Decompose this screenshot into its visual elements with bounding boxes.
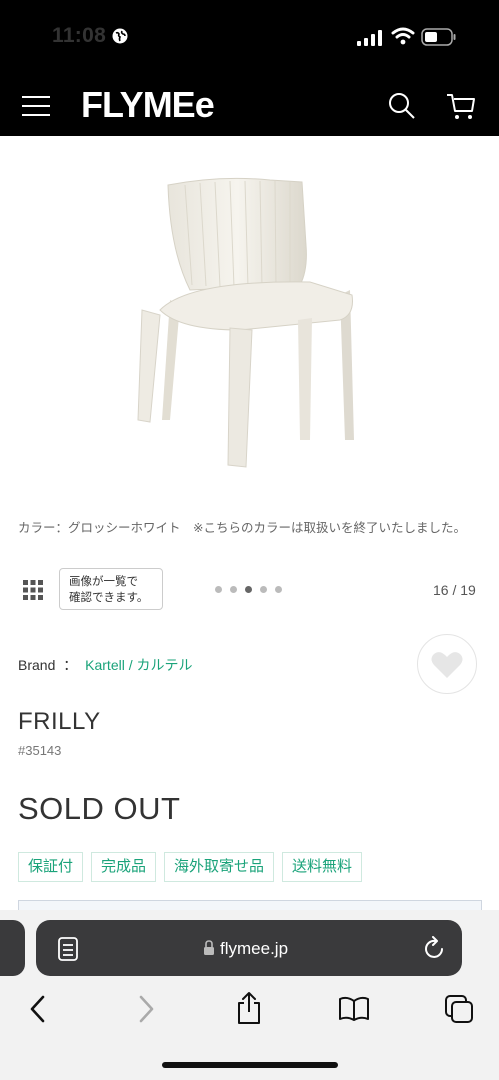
site-header (0, 0, 499, 136)
product-tags: 保証付 完成品 海外取寄せ品 送料無料 (18, 852, 363, 882)
favorite-button[interactable] (417, 634, 477, 694)
stock-status: SOLD OUT (18, 791, 181, 826)
pagination-dot[interactable] (230, 586, 237, 593)
back-arrow-icon[interactable] (28, 995, 48, 1023)
bookmarks-icon[interactable] (338, 996, 370, 1022)
tabs-icon[interactable] (444, 994, 474, 1024)
tag-assembled: 完成品 (91, 852, 157, 882)
menu-icon[interactable] (22, 95, 50, 117)
grid-tip-line2: 確認できます。 (69, 592, 149, 604)
battery-icon (421, 28, 456, 46)
lock-icon (204, 940, 214, 955)
site-logo[interactable]: FLYMEe (81, 84, 215, 126)
tag-warranty: 保証付 (18, 852, 84, 882)
pagination-dot[interactable] (260, 586, 267, 593)
cart-icon[interactable] (446, 93, 476, 121)
tag-import: 海外取寄せ品 (164, 852, 275, 882)
gallery-pagination[interactable] (215, 586, 282, 593)
wifi-icon (391, 27, 415, 45)
brand-line: Brand ： Kartell / カルテル (18, 655, 193, 675)
location-icon (112, 28, 128, 44)
grid-tip-line1: 画像が一覧で (69, 576, 138, 588)
product-name: FRILLY (18, 708, 101, 735)
heart-icon (431, 652, 463, 678)
product-image[interactable] (130, 170, 370, 480)
url-text[interactable]: flymee.jp (220, 939, 288, 959)
forward-arrow-icon[interactable] (136, 995, 156, 1023)
image-caption: カラー：グロッシーホワイト ※こちらのカラーは取扱いを終了いたしました。 (18, 521, 466, 535)
pagination-dot[interactable] (215, 586, 222, 593)
search-icon[interactable] (388, 92, 416, 120)
image-counter: 16 / 19 (433, 582, 476, 598)
grid-view-icon[interactable] (23, 580, 43, 600)
home-indicator (162, 1062, 338, 1068)
tag-free-shipping: 送料無料 (282, 852, 363, 882)
product-number: #35143 (18, 743, 62, 758)
page-menu-icon[interactable] (58, 937, 78, 961)
previous-tab-preview[interactable] (0, 920, 25, 976)
status-time: 11:08 (52, 24, 107, 47)
signal-icon (357, 30, 382, 46)
brand-label: Brand (18, 657, 56, 673)
pagination-dot[interactable] (275, 586, 282, 593)
brand-link[interactable]: Kartell / カルテル (85, 657, 192, 673)
pagination-dot-active[interactable] (245, 586, 252, 593)
brand-separator: ： (63, 657, 78, 673)
grid-view-tooltip: 画像が一覧で 確認できます。 (59, 568, 163, 610)
share-icon[interactable] (236, 991, 262, 1025)
reload-icon[interactable] (424, 936, 446, 960)
